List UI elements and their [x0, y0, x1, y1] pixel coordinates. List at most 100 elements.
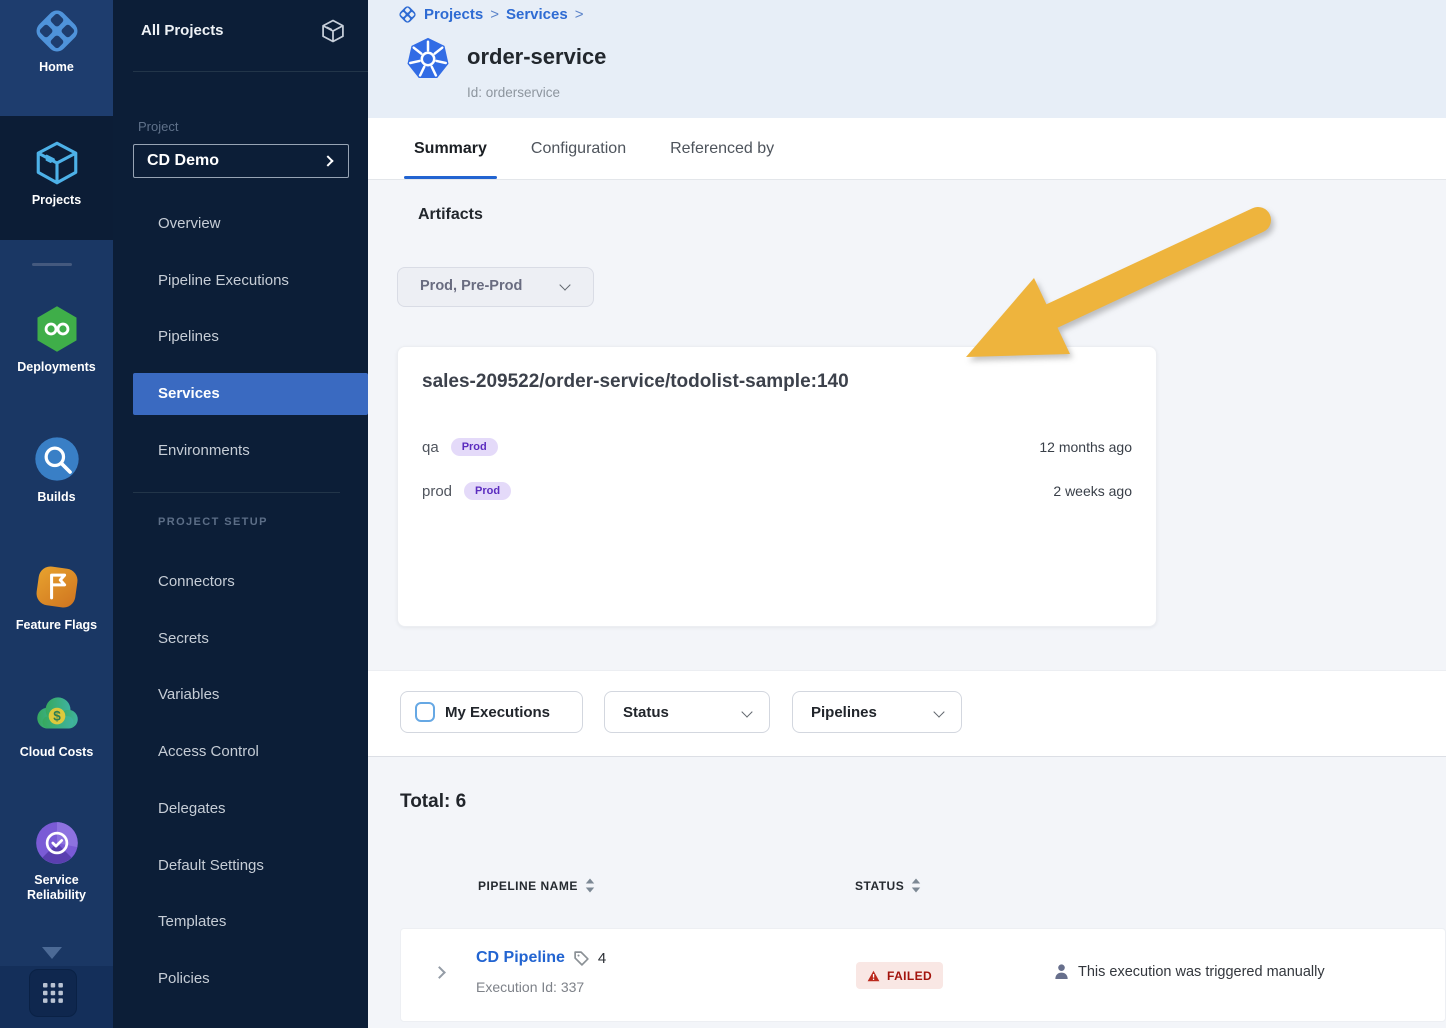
- rail-label-home: Home: [0, 60, 113, 75]
- status-badge: FAILED: [856, 962, 943, 989]
- service-reliability-icon: [32, 818, 82, 868]
- pipeline-name-cell: CD Pipeline 4: [476, 949, 606, 967]
- tab-summary[interactable]: Summary: [414, 118, 487, 179]
- sidebar-item-connectors[interactable]: Connectors: [113, 561, 368, 603]
- breadcrumb-projects[interactable]: Projects: [424, 6, 483, 23]
- sort-icon[interactable]: [585, 878, 595, 893]
- feature-flags-icon: [31, 561, 83, 613]
- env-type-badge: Prod: [464, 482, 511, 500]
- project-setup-label: PROJECT SETUP: [158, 516, 268, 528]
- rail-item-cloud-costs[interactable]: $ Cloud Costs: [0, 688, 113, 760]
- total-count-label: Total: 6: [400, 791, 466, 813]
- sidebar-item-policies[interactable]: Policies: [113, 958, 368, 1000]
- my-executions-toggle[interactable]: My Executions: [400, 691, 583, 733]
- sidebar-item-variables[interactable]: Variables: [113, 674, 368, 716]
- tab-referenced-by[interactable]: Referenced by: [670, 118, 774, 179]
- rail-label-deployments: Deployments: [0, 360, 113, 375]
- project-selector-value: CD Demo: [147, 152, 219, 170]
- rail-label-builds: Builds: [0, 490, 113, 505]
- builds-icon: [31, 433, 83, 485]
- artifact-env-row: prod Prod 2 weeks ago: [422, 477, 1132, 505]
- project-selector[interactable]: CD Demo: [133, 144, 349, 178]
- rail-item-feature-flags[interactable]: Feature Flags: [0, 561, 113, 633]
- rail-item-deployments[interactable]: Deployments: [0, 303, 113, 375]
- status-filter-dropdown[interactable]: Status: [604, 691, 770, 733]
- pipelines-filter-dropdown[interactable]: Pipelines: [792, 691, 962, 733]
- rail-item-builds[interactable]: Builds: [0, 433, 113, 505]
- pipeline-name-link[interactable]: CD Pipeline: [476, 949, 565, 967]
- sidebar-item-secrets[interactable]: Secrets: [113, 618, 368, 660]
- pipelines-filter-label: Pipelines: [811, 704, 877, 721]
- sidebar-item-delegates[interactable]: Delegates: [113, 788, 368, 830]
- rail-item-projects[interactable]: Projects: [0, 138, 113, 208]
- deployments-icon: [31, 303, 83, 355]
- artifact-name: sales-209522/order-service/todolist-samp…: [422, 371, 1132, 393]
- module-rail: Home Projects Deployments: [0, 0, 113, 1028]
- sidebar-item-default-settings[interactable]: Default Settings: [113, 845, 368, 887]
- app-window: Home Projects Deployments: [0, 0, 1446, 1028]
- row-expand-chevron-icon[interactable]: [433, 966, 446, 979]
- trigger-info-cell: This execution was triggered manually: [1053, 963, 1325, 980]
- rail-label-feature-flags: Feature Flags: [0, 618, 113, 633]
- user-icon: [1053, 963, 1070, 980]
- all-projects-label: All Projects: [141, 22, 224, 39]
- sidebar-item-pipelines[interactable]: Pipelines: [113, 316, 368, 358]
- execution-id-label: Execution Id: 337: [476, 979, 584, 995]
- trigger-info-label: This execution was triggered manually: [1078, 964, 1325, 980]
- module-grid-button[interactable]: [29, 969, 77, 1017]
- sidebar-item-pipeline-executions[interactable]: Pipeline Executions: [113, 260, 368, 302]
- artifacts-heading: Artifacts: [418, 206, 483, 224]
- main-content: Projects > Services > order-service: [368, 0, 1446, 1028]
- chevron-down-icon: [933, 706, 944, 717]
- sidebar-divider: [133, 492, 340, 493]
- rail-item-service-reliability[interactable]: Service Reliability: [0, 818, 113, 903]
- cloud-costs-icon: $: [30, 688, 84, 740]
- tab-configuration[interactable]: Configuration: [531, 118, 626, 179]
- harness-logo-icon: [398, 5, 417, 24]
- sidebar-item-access-control[interactable]: Access Control: [113, 731, 368, 773]
- sidebar-item-overview[interactable]: Overview: [113, 203, 368, 245]
- rail-label-service-reliability: Service Reliability: [6, 873, 107, 903]
- sidebar-item-templates[interactable]: Templates: [113, 901, 368, 943]
- project-cube-icon[interactable]: [319, 17, 347, 50]
- grid-icon: [42, 982, 64, 1004]
- tag-icon: [573, 950, 590, 967]
- sort-icon[interactable]: [911, 878, 921, 893]
- column-header-pipeline-name: PIPELINE NAME: [478, 878, 595, 893]
- page-header: Projects > Services > order-service: [368, 0, 1446, 118]
- kubernetes-icon: [405, 36, 451, 82]
- sidebar-item-environments[interactable]: Environments: [113, 430, 368, 472]
- rail-label-cloud-costs: Cloud Costs: [0, 745, 113, 760]
- rail-divider: [32, 263, 72, 266]
- rail-item-home[interactable]: Home: [0, 7, 113, 75]
- artifact-card: sales-209522/order-service/todolist-samp…: [397, 346, 1157, 627]
- env-name: qa: [422, 439, 439, 456]
- rail-label-projects: Projects: [0, 193, 113, 208]
- project-section-label: Project: [138, 119, 178, 134]
- breadcrumb-services[interactable]: Services: [506, 6, 568, 23]
- executions-filter-bar: My Executions Status Pipelines: [368, 670, 1446, 757]
- artifact-env-row: qa Prod 12 months ago: [422, 433, 1132, 461]
- env-type-badge: Prod: [451, 438, 498, 456]
- sidebar-item-services[interactable]: Services: [133, 373, 368, 415]
- my-executions-label: My Executions: [445, 704, 550, 721]
- execution-table-row[interactable]: CD Pipeline 4 Execution Id: 337 FAILED: [400, 928, 1446, 1022]
- tab-bar: Summary Configuration Referenced by: [368, 118, 1446, 180]
- svg-text:$: $: [53, 709, 61, 724]
- column-header-label: PIPELINE NAME: [478, 879, 578, 893]
- chevron-down-icon: [741, 706, 752, 717]
- deployed-time: 12 months ago: [1039, 439, 1132, 455]
- env-name: prod: [422, 483, 452, 500]
- breadcrumb: Projects > Services >: [398, 5, 583, 24]
- breadcrumb-separator: >: [490, 6, 499, 23]
- chevron-right-icon: [322, 155, 333, 166]
- status-filter-label: Status: [623, 704, 669, 721]
- harness-logo-icon: [33, 7, 81, 55]
- my-executions-checkbox[interactable]: [415, 702, 435, 722]
- environment-filter-value: Prod, Pre-Prod: [420, 278, 522, 294]
- project-sidebar: All Projects Project CD Demo Overview Pi…: [113, 0, 368, 1028]
- rail-scroll-down-icon[interactable]: [42, 947, 62, 959]
- environment-filter-dropdown[interactable]: Prod, Pre-Prod: [397, 267, 594, 307]
- column-header-label: STATUS: [855, 879, 904, 893]
- all-projects-row[interactable]: All Projects: [113, 17, 368, 47]
